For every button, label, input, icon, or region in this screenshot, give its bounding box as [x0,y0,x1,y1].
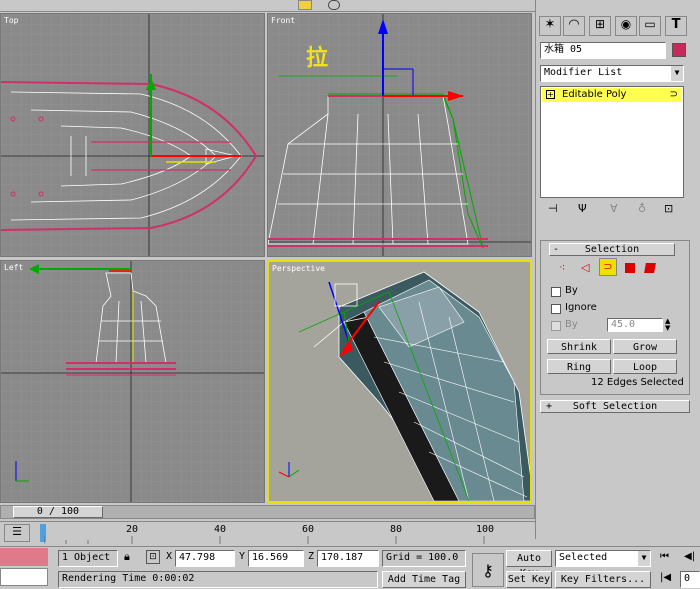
z-label: Z [308,551,315,562]
viewport-front[interactable]: Front 拉 [267,13,532,257]
selection-rollout-header[interactable]: - Selection [549,243,675,256]
annotation-text: 拉 [306,45,329,71]
auto-key-button[interactable]: Auto Key [506,550,552,579]
display-tab-icon[interactable]: ▭ [639,16,661,36]
motion-tab-icon[interactable]: ◉ [615,16,637,36]
object-color-swatch[interactable] [672,43,686,57]
soft-selection-rollout[interactable]: + Soft Selection [540,400,690,413]
viewport-left[interactable]: Left [0,260,265,503]
configure-sets-icon[interactable]: ⊡ [664,202,673,215]
set-key-button[interactable]: Set Key [506,571,552,588]
viewport-perspective[interactable]: Perspective [267,260,532,503]
stack-item-label: Editable Poly [562,89,627,100]
command-panel: ✶ ◠ ⊞ ◉ ▭ T 水箱 05 Modifier List ▼ + Edit… [535,0,700,539]
prompt-line: Rendering Time 0:00:02 [58,571,378,588]
tick-label-20: 20 [126,524,139,535]
select-tool-icon[interactable] [298,0,312,10]
top-view-drawing [1,14,264,256]
selection-status: 12 Edges Selected [591,377,684,388]
selection-title: Selection [584,244,640,255]
by-vertex-label: By [565,285,578,296]
show-end-result-icon[interactable]: Ψ [578,202,587,215]
goto-start-icon[interactable]: ⏮ [660,551,669,562]
chevron-down-icon: ▼ [671,66,683,81]
expand-icon[interactable]: + [546,90,555,99]
viewport-top[interactable]: Top [0,13,265,257]
modifier-list-dropdown[interactable]: Modifier List ▼ [540,65,684,82]
border-mode-icon[interactable]: ⊃ [599,258,617,276]
angle-spinner-icon[interactable]: ▲ ▼ [665,318,670,332]
grid-size: Grid = 100.0 [382,550,466,567]
chevron-down-icon: ▼ [638,551,650,566]
tick-label-100: 100 [476,524,495,535]
track-ticks [44,536,485,544]
perspective-view-drawing [278,271,530,501]
hierarchy-tab-icon[interactable]: ⊞ [589,16,611,36]
track-bar: ☰ 20 40 60 80 100 [0,521,535,545]
make-unique-icon[interactable]: ∀ [610,202,618,215]
toolbar-icon[interactable] [328,0,340,10]
maxscript-listener[interactable] [0,548,48,566]
vertex-mode-icon[interactable]: ⁖ [559,261,565,274]
viewport-perspective-label: Perspective [272,264,325,273]
key-filters-button[interactable]: Key Filters... [555,571,651,588]
by-angle-checkbox[interactable] [551,321,561,331]
object-count: 1 Object [58,550,118,567]
curve-editor-icon[interactable]: ☰ [4,524,30,542]
loop-button[interactable]: Loop [613,359,677,374]
utilities-tab-icon[interactable]: T [665,16,687,36]
status-bar: 1 Object 🔒︎ ⊡ X 47.798 Y 16.569 Z 170.18… [0,546,700,589]
modify-tab-icon[interactable]: ◠ [563,16,585,36]
tick-label-60: 60 [302,524,315,535]
tick-label-80: 80 [390,524,403,535]
soft-selection-label: Soft Selection [572,401,658,412]
ignore-backfacing-checkbox[interactable] [551,304,561,314]
key-mode-value: Selected [559,552,608,563]
maxscript-input[interactable] [0,568,48,586]
x-label: X [166,551,173,562]
panel-tabs: ✶ ◠ ⊞ ◉ ▭ T [539,16,699,38]
y-label: Y [239,551,246,562]
polygon-mode-icon[interactable] [625,263,635,273]
viewport-front-label: Front [271,16,296,25]
stack-item-editable-poly[interactable]: + Editable Poly ⊃ [542,88,682,102]
pin-stack-icon[interactable]: ⊣ [548,202,558,215]
edge-mode-icon: ⊃ [669,89,678,100]
edge-icon[interactable]: ◁ [581,261,589,274]
absolute-mode-icon[interactable]: ⊡ [146,550,160,564]
time-slider[interactable]: 0 / 100 [0,505,535,519]
key-mode-toggle-icon[interactable]: |◀ [660,572,671,583]
grow-button[interactable]: Grow [613,339,677,354]
create-tab-icon[interactable]: ✶ [539,16,561,36]
viewport-top-label: Top [4,16,19,25]
modifier-stack: + Editable Poly ⊃ [540,86,684,198]
x-coordinate[interactable]: 47.798 [175,550,235,567]
tick-label-40: 40 [214,524,227,535]
selection-rollout: - Selection ⁖ ◁ ⊃ By Ignore By 45.0 ▲ ▼ S… [540,240,690,395]
stack-tools: ⊣ Ψ ∀ ♁ ⊡ [540,202,690,218]
previous-frame-icon[interactable]: ◀| [684,551,695,562]
key-mode-dropdown[interactable]: Selected ▼ [555,550,651,567]
by-angle-label: By [565,319,578,330]
z-coordinate[interactable]: 170.187 [317,550,379,567]
lock-icon[interactable]: 🔒︎ [124,550,130,564]
element-mode-icon[interactable] [644,263,656,273]
y-coordinate[interactable]: 16.569 [248,550,304,567]
by-vertex-checkbox[interactable] [551,287,561,297]
angle-field[interactable]: 45.0 [607,318,663,332]
object-name-field[interactable]: 水箱 05 [540,42,666,59]
main-toolbar [0,0,535,12]
ring-button[interactable]: Ring [547,359,611,374]
current-frame-field[interactable]: 0 [680,571,700,588]
ignore-backfacing-label: Ignore [565,302,597,313]
viewport-left-label: Left [4,263,24,272]
shrink-button[interactable]: Shrink [547,339,611,354]
time-slider-thumb[interactable]: 0 / 100 [13,506,103,518]
modifier-list-label: Modifier List [544,67,623,78]
remove-modifier-icon[interactable]: ♁ [638,202,646,215]
add-time-tag-button[interactable]: Add Time Tag [382,571,466,588]
key-icon[interactable]: ⚷ [472,553,504,587]
left-view-drawing [1,261,264,502]
